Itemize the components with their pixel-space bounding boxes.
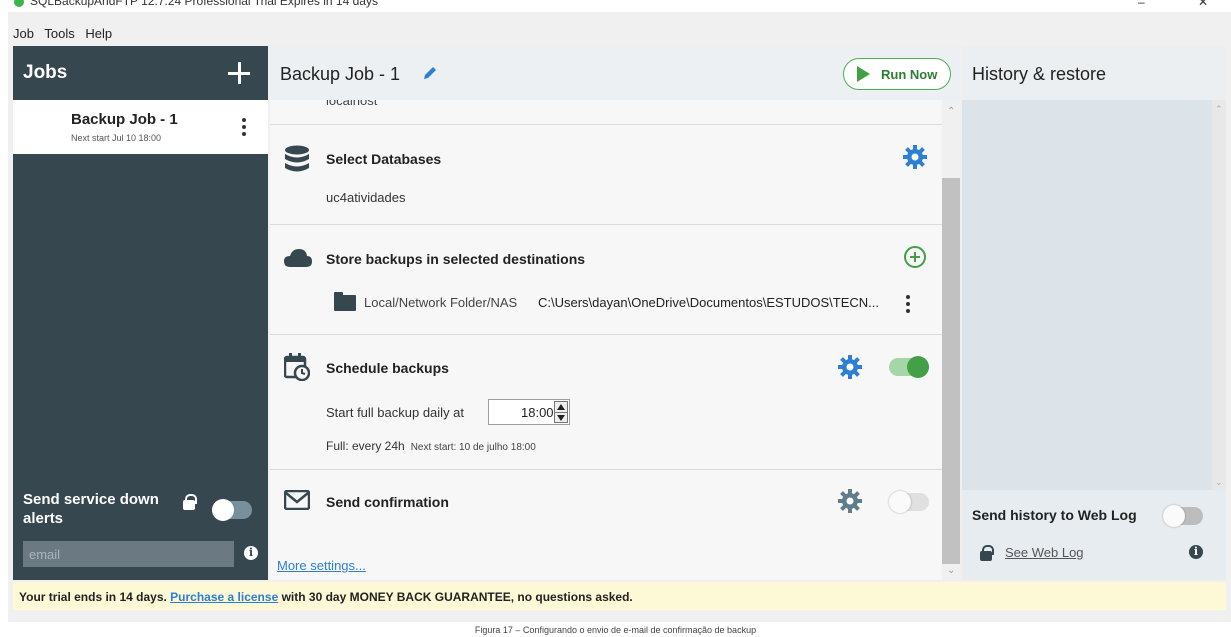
window-title-text: SQLBackupAndFTP 12.7.24 Professional Tri… [30,0,378,8]
jobs-sidebar: Jobs Backup Job - 1 Next start Jul 10 18… [13,46,268,580]
confirmation-toggle-knob [889,491,911,513]
see-weblog-link[interactable]: See Web Log [1005,545,1084,560]
time-value: 18:00 [521,405,554,420]
scroll-down-icon[interactable]: ⌄ [947,565,955,576]
calendar-clock-icon [284,353,310,381]
spin-down-icon[interactable] [557,415,565,421]
menu-tools[interactable]: Tools [44,26,74,41]
add-job-button[interactable] [214,46,268,100]
confirmation-title: Send confirmation [326,494,449,510]
menu-job[interactable]: Job [13,26,34,41]
sidebar-header: Jobs [13,46,268,100]
job-name: Backup Job - 1 [71,111,178,128]
edit-pencil-icon[interactable] [422,65,438,81]
trial-banner: Your trial ends in 14 days. Purchase a l… [13,582,1226,610]
app-window: SQLBackupAndFTP 12.7.24 Professional Tri… [8,0,1231,622]
menu-help[interactable]: Help [85,26,112,41]
schedule-title: Schedule backups [326,360,449,376]
section-databases: Select Databases uc4atividades [270,124,942,224]
schedule-frequency: Full: every 24h Next start: 10 de julho 1… [326,439,536,453]
alerts-label: Send service down alerts [23,491,159,527]
menu-bar: Job Tools Help [8,12,1231,44]
scroll-up-icon[interactable]: ⌃ [947,106,955,117]
connection-server-text: localhost [326,100,378,108]
title-bar: SQLBackupAndFTP 12.7.24 Professional Tri… [8,0,1231,12]
weblog-label: Send history to Web Log [972,507,1137,523]
trial-suffix: with 30 day MONEY BACK GUARANTEE, no que… [281,590,633,604]
envelope-icon [284,490,310,510]
weblog-info-icon[interactable]: i [1189,545,1203,559]
alerts-toggle-knob [212,499,234,521]
add-destination-icon[interactable] [904,246,926,268]
info-icon[interactable]: i [244,546,258,560]
folder-icon [334,292,356,311]
alerts-toggle[interactable] [212,499,252,521]
destination-menu-icon[interactable] [906,295,910,316]
job-title: Backup Job - 1 [280,64,401,84]
trial-prefix: Your trial ends in 14 days. [19,590,167,604]
figure-caption: Figura 17 – Configurando o envio de e-ma… [474,625,757,635]
run-now-label: Run Now [881,67,938,82]
scroll-thumb[interactable] [942,178,960,564]
history-title: History & restore [972,64,1107,84]
play-icon [857,66,870,82]
history-panel: History & restore ⌃ ⌄ Send history to We… [962,46,1226,580]
spin-up-icon[interactable] [557,404,565,410]
database-icon [285,145,309,172]
confirmation-gear-icon[interactable] [838,489,862,513]
databases-gear-icon[interactable] [903,145,927,169]
destinations-title: Store backups in selected destinations [326,251,586,267]
email-input[interactable] [23,541,234,567]
cloud-icon [284,249,312,267]
weblog-lock-icon [980,545,994,561]
sidebar-title: Jobs [23,62,68,83]
window-title: SQLBackupAndFTP 12.7.24 Professional Tri… [14,0,378,8]
time-spinner[interactable] [554,401,568,423]
schedule-gear-icon[interactable] [838,355,862,379]
minimize-button[interactable]: – [1138,0,1145,9]
more-settings-link[interactable]: More settings... [277,558,366,573]
lock-icon [183,494,197,510]
schedule-next-start: Next start: 10 de julho 18:00 [410,442,536,453]
time-stepper[interactable]: 18:00 [488,399,570,425]
weblog-toggle[interactable] [1163,505,1203,527]
history-header: History & restore [962,46,1226,100]
databases-title: Select Databases [326,151,442,167]
purchase-license-link[interactable]: Purchase a license [170,590,278,604]
run-now-button[interactable]: Run Now [843,58,951,90]
section-confirmation: Send confirmation [270,469,942,580]
main-scrollbar[interactable]: ⌃ ⌄ [942,100,960,580]
close-button[interactable]: ✕ [1198,0,1208,9]
job-panel: Backup Job - 1 Run Now localhost Select … [270,46,960,580]
job-next-start: Next start Jul 10 18:00 [71,133,162,143]
history-scrollbar[interactable]: ⌃ ⌄ [1212,100,1226,490]
weblog-toggle-knob [1163,505,1185,527]
destination-path[interactable]: C:\Users\dayan\OneDrive\Documentos\ESTUD… [538,295,879,310]
job-list-item[interactable]: Backup Job - 1 Next start Jul 10 18:00 [13,100,268,154]
history-scroll-down-icon[interactable]: ⌄ [1215,477,1223,488]
frequency-text: Full: every 24h [326,439,405,453]
schedule-toggle[interactable] [889,356,929,378]
job-menu-icon[interactable] [242,118,246,139]
section-destinations: Store backups in selected destinations L… [270,224,942,334]
destination-type: Local/Network Folder/NAS [364,295,518,310]
schedule-label: Start full backup daily at [326,405,465,420]
confirmation-toggle[interactable] [889,491,929,513]
selected-database[interactable]: uc4atividades [326,190,406,205]
history-scroll-up-icon[interactable]: ⌃ [1215,104,1223,115]
schedule-toggle-knob [907,356,929,378]
job-settings-body: localhost Select Databases uc4atividades… [270,100,942,580]
section-schedule: Schedule backups Start full backup daily… [270,334,942,469]
history-list[interactable] [962,100,1212,490]
job-header: Backup Job - 1 Run Now [270,46,960,100]
app-logo-icon [14,0,24,7]
